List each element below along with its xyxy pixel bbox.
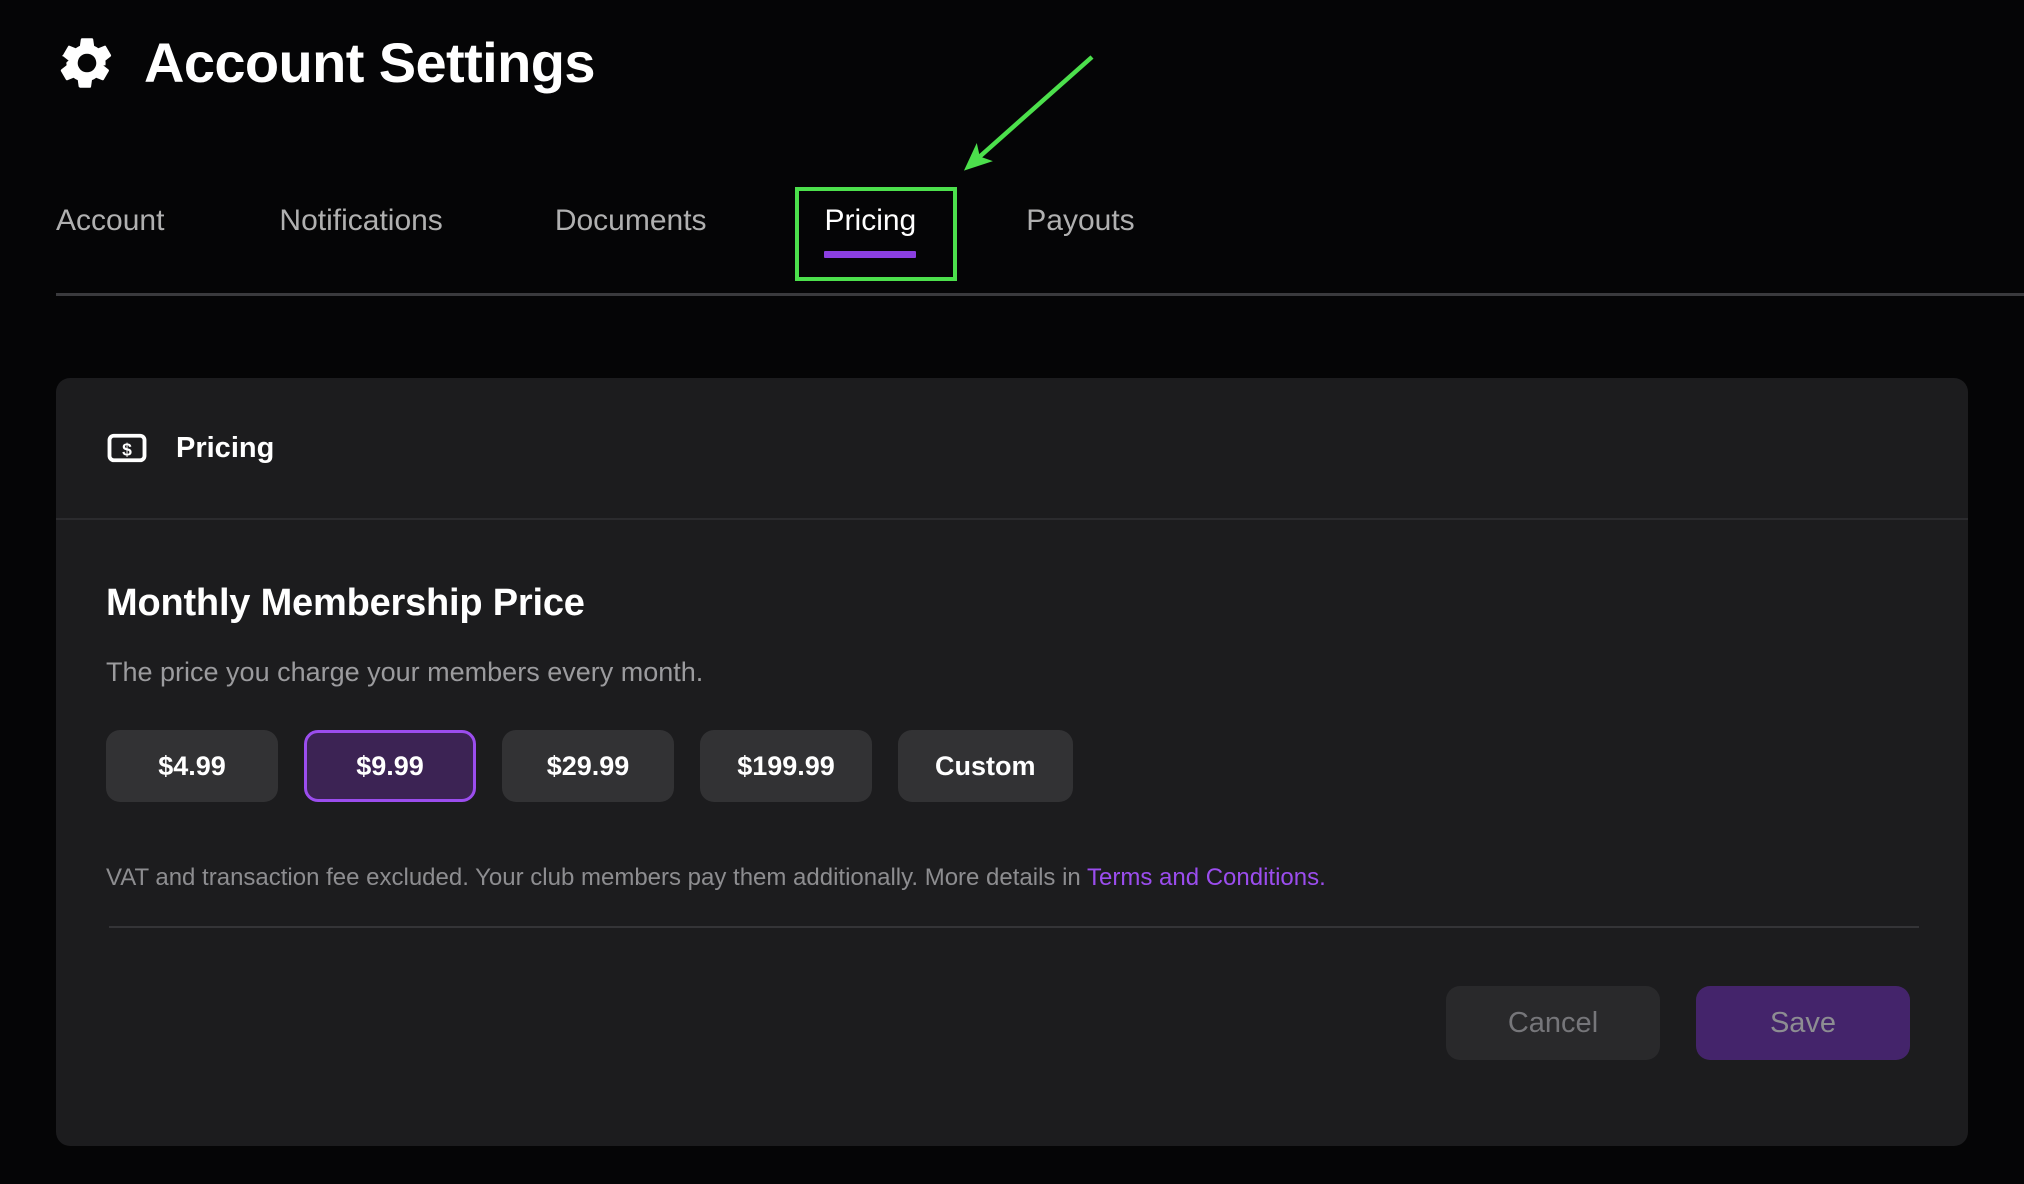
tabs-divider (56, 293, 2024, 296)
fineprint-note: VAT and transaction fee excluded. Your c… (106, 864, 1918, 892)
price-option-custom[interactable]: Custom (898, 730, 1073, 802)
svg-text:$: $ (122, 439, 132, 459)
page-header: Account Settings (56, 18, 595, 108)
page-title: Account Settings (144, 31, 595, 94)
tabs-bar: Account Notifications Documents Pricing … (0, 186, 2024, 301)
cancel-button[interactable]: Cancel (1446, 986, 1660, 1060)
price-option-label: $29.99 (546, 750, 630, 781)
pricing-card-header: $ Pricing (56, 378, 1968, 520)
pricing-card-body: Monthly Membership Price The price you c… (56, 520, 1968, 1060)
section-subtitle: The price you charge your members every … (106, 657, 704, 687)
account-settings-page: Account Settings Account Notifications D… (0, 0, 2024, 1184)
tab-label: Account (56, 204, 165, 237)
active-tab-indicator (824, 251, 917, 258)
footer-divider (109, 926, 1919, 928)
tab-list: Account Notifications Documents Pricing … (56, 186, 1135, 264)
tab-payouts[interactable]: Payouts (1026, 186, 1134, 264)
save-button[interactable]: Save (1696, 986, 1910, 1060)
tab-documents[interactable]: Documents (555, 186, 707, 264)
price-option-9-99[interactable]: $9.99 (304, 730, 476, 802)
pricing-card: $ Pricing Monthly Membership Price The p… (56, 378, 1968, 1146)
tab-pricing[interactable]: Pricing (824, 186, 917, 264)
section-title: Monthly Membership Price (106, 582, 585, 624)
price-option-4-99[interactable]: $4.99 (106, 730, 278, 802)
card-footer: Cancel Save (106, 986, 1918, 1060)
price-option-label: Custom (935, 750, 1036, 781)
price-option-29-99[interactable]: $29.99 (502, 730, 674, 802)
price-option-group: $4.99 $9.99 $29.99 $199.99 Custom (106, 730, 1918, 802)
fineprint-text: VAT and transaction fee excluded. Your c… (106, 864, 1087, 891)
tab-label: Documents (554, 204, 707, 237)
tab-label: Pricing (824, 204, 917, 237)
tab-notifications[interactable]: Notifications (279, 186, 442, 264)
price-option-label: $4.99 (158, 750, 226, 781)
tab-account[interactable]: Account (56, 186, 164, 264)
price-option-label: $9.99 (356, 750, 424, 781)
price-option-199-99[interactable]: $199.99 (700, 730, 872, 802)
gear-icon (60, 38, 112, 88)
price-option-label: $199.99 (737, 750, 835, 781)
terms-and-conditions-link[interactable]: Terms and Conditions. (1087, 864, 1326, 891)
pricing-card-title: Pricing (176, 431, 275, 464)
tab-label: Payouts (1026, 204, 1135, 237)
money-banknote-icon: $ (107, 433, 147, 463)
tab-label: Notifications (279, 204, 443, 237)
